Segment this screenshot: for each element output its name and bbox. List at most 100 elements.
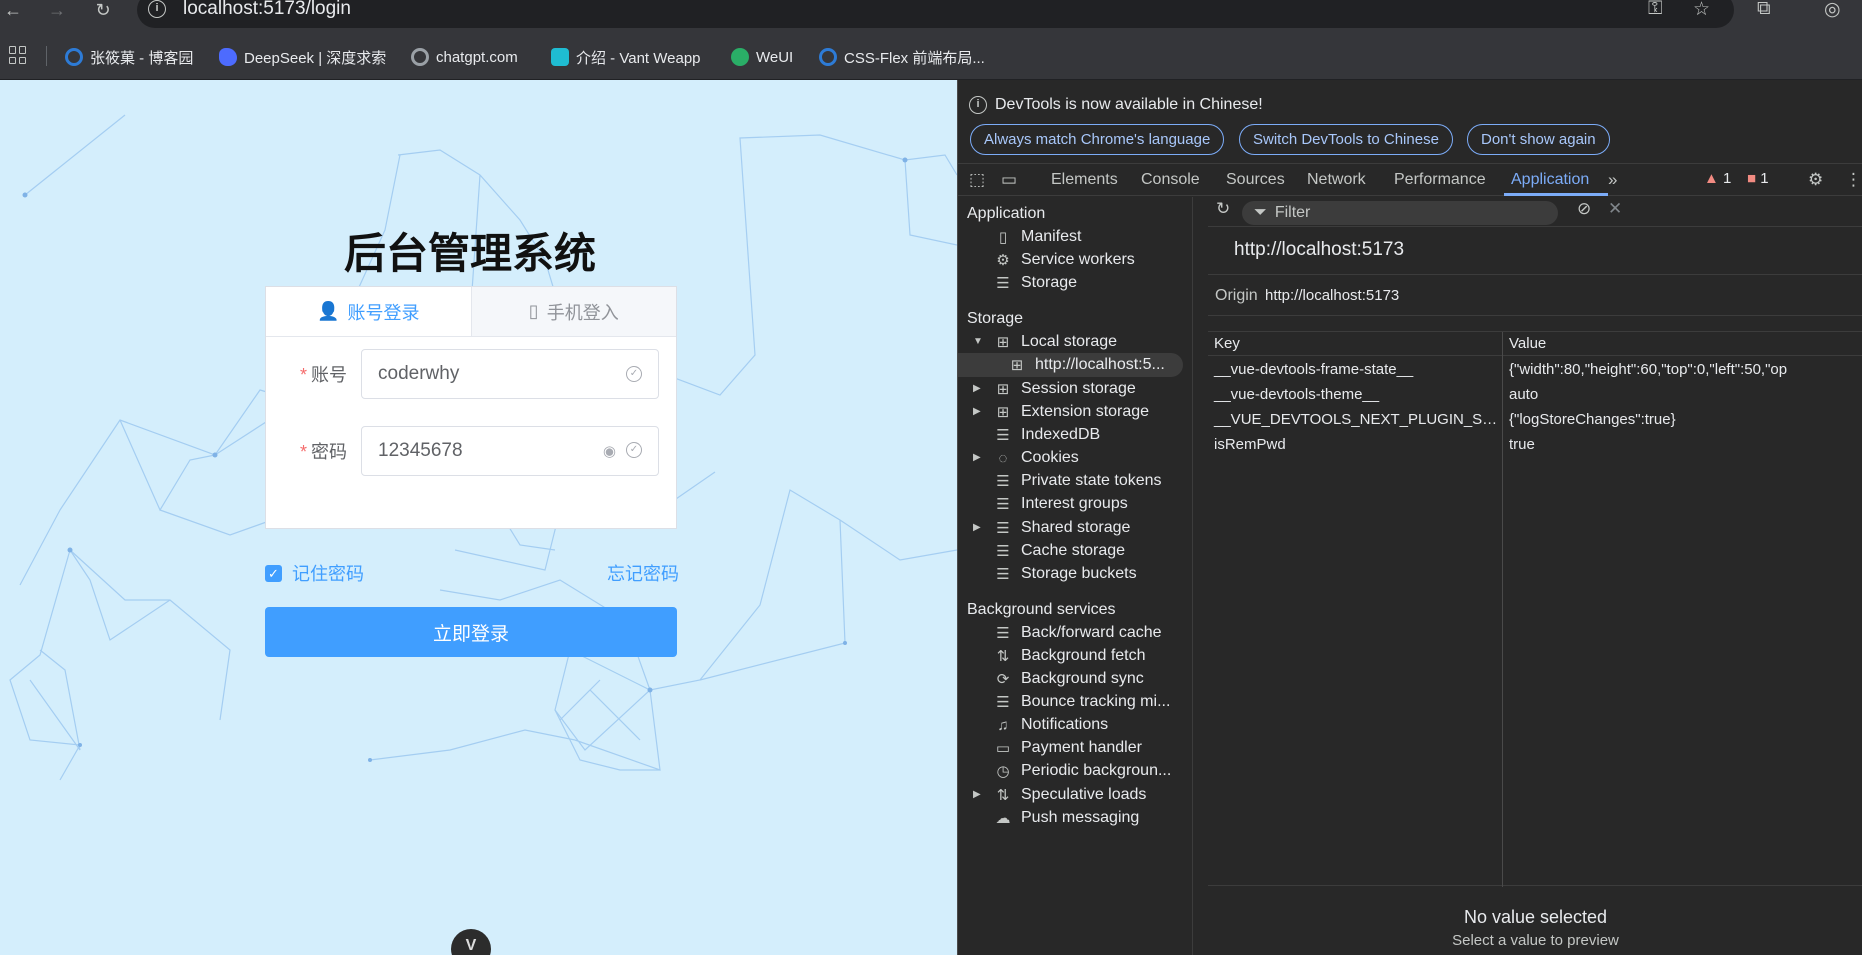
- sidebar-item-background-sync[interactable]: ⟳ Background sync: [958, 667, 1183, 691]
- sidebar-item-storage-buckets[interactable]: ☰ Storage buckets: [958, 562, 1183, 586]
- sidebar-item-extension-storage[interactable]: ⊞ Extension storage: [958, 400, 1183, 424]
- eye-icon[interactable]: ◉: [603, 442, 616, 460]
- sidebar-scrollbar[interactable]: [1191, 197, 1192, 955]
- sidebar-item-local-storage[interactable]: ⊞ Local storage: [958, 330, 1183, 354]
- origin-row: Origin http://localhost:5173: [1208, 274, 1862, 316]
- tab-account-login[interactable]: 👤 账号登录: [266, 287, 471, 336]
- clear-all-icon[interactable]: ⊘: [1577, 199, 1591, 219]
- warning-count: 1: [1723, 170, 1732, 187]
- file-icon: ▯: [998, 229, 1008, 246]
- tab-application[interactable]: Application: [1511, 171, 1589, 189]
- table-row[interactable]: __vue-devtools-frame-state__ {"width":80…: [1208, 357, 1862, 382]
- sidebar-item-notifications[interactable]: ♫ Notifications: [958, 713, 1183, 737]
- password-input[interactable]: 12345678 ◉ ✓: [361, 426, 659, 476]
- devtools-tab-bar: ⬚ ▭ Elements Console Sources Network Per…: [958, 164, 1862, 196]
- bookmark-chatgpt[interactable]: chatgpt.com: [411, 46, 518, 68]
- globe-icon: [411, 48, 429, 66]
- sidebar-item-private-state-tokens[interactable]: ☰ Private state tokens: [958, 469, 1183, 493]
- table-row[interactable]: __VUE_DEVTOOLS_NEXT_PLUGIN_SETTINGS... {…: [1208, 407, 1862, 432]
- inspect-element-icon[interactable]: ⬚: [969, 170, 985, 190]
- apps-grid-icon[interactable]: [9, 46, 27, 64]
- error-icon[interactable]: ■ 1: [1747, 170, 1769, 187]
- account-label-text: 账号: [311, 365, 347, 385]
- section-application: Application: [967, 205, 1046, 222]
- database-icon: ☰: [996, 473, 1010, 490]
- tab-performance[interactable]: Performance: [1394, 171, 1486, 189]
- bookmark-css-flex[interactable]: CSS-Flex 前端布局...: [819, 46, 985, 68]
- column-header-key[interactable]: Key: [1208, 332, 1502, 356]
- delete-selected-icon[interactable]: ✕: [1608, 199, 1622, 219]
- user-icon: 👤: [317, 301, 340, 321]
- sidebar-item-session-storage[interactable]: ⊞ Session storage: [958, 377, 1183, 401]
- profile-icon[interactable]: ◎: [1824, 0, 1841, 21]
- valid-check-icon: ✓: [626, 366, 642, 382]
- address-bar[interactable]: [137, 0, 1734, 28]
- back-arrow-icon[interactable]: ←: [0, 0, 26, 26]
- sidebar-item-background-fetch[interactable]: ⇅ Background fetch: [958, 644, 1183, 668]
- sidebar-label: Service workers: [1021, 251, 1135, 268]
- sidebar-item-interest-groups[interactable]: ☰ Interest groups: [958, 492, 1183, 516]
- sidebar-item-periodic-background[interactable]: ◷ Periodic backgroun...: [958, 759, 1183, 783]
- match-language-button[interactable]: Always match Chrome's language: [970, 124, 1225, 155]
- table-row[interactable]: __vue-devtools-theme__ auto: [1208, 382, 1862, 407]
- sidebar-label: Cookies: [1021, 449, 1079, 466]
- browser-toolbar: ← → ↻ i localhost:5173/login ⚿ ☆ ⧉ ◎: [0, 0, 1862, 36]
- more-options-icon[interactable]: ⋮: [1845, 170, 1862, 190]
- tab-console[interactable]: Console: [1141, 171, 1200, 189]
- database-icon: ☰: [996, 496, 1010, 513]
- sidebar-item-manifest[interactable]: ▯ Manifest: [958, 225, 1183, 249]
- bookmark-cnblogs[interactable]: 张筱菓 - 博客园: [65, 46, 193, 68]
- settings-gear-icon[interactable]: ⚙: [1808, 170, 1823, 190]
- remember-password-checkbox[interactable]: ✓ 记住密码: [265, 560, 364, 586]
- sidebar-label: Interest groups: [1021, 495, 1128, 512]
- login-button[interactable]: 立即登录: [265, 607, 677, 657]
- sidebar-label: Push messaging: [1021, 809, 1140, 826]
- bookmark-vant[interactable]: 介绍 - Vant Weapp: [551, 46, 701, 68]
- filter-input[interactable]: ⏷ Filter: [1242, 201, 1558, 225]
- switch-chinese-button[interactable]: Switch DevTools to Chinese: [1239, 124, 1453, 155]
- site-info-icon[interactable]: i: [148, 0, 166, 18]
- star-icon[interactable]: ☆: [1693, 0, 1710, 21]
- section-background-services: Background services: [967, 601, 1116, 618]
- origin-value: http://localhost:5173: [1265, 287, 1400, 304]
- sidebar-item-local-storage-origin[interactable]: ⊞ http://localhost:5...: [958, 353, 1183, 377]
- bookmarks-bar: 张筱菓 - 博客园 DeepSeek | 深度求索 chatgpt.com 介绍…: [0, 36, 1862, 80]
- sidebar-item-payment-handler[interactable]: ▭ Payment handler: [958, 736, 1183, 760]
- sidebar-item-cache-storage[interactable]: ☰ Cache storage: [958, 539, 1183, 563]
- extensions-icon[interactable]: ⧉: [1757, 0, 1771, 20]
- reload-icon[interactable]: ↻: [90, 0, 116, 26]
- tab-phone-login[interactable]: ▯ 手机登入: [470, 287, 676, 336]
- bookmark-label: WeUI: [756, 48, 794, 66]
- sidebar-item-cookies[interactable]: ◌ Cookies: [958, 446, 1183, 470]
- device-toolbar-icon[interactable]: ▭: [1001, 170, 1017, 190]
- sidebar-item-service-workers[interactable]: ⚙ Service workers: [958, 248, 1183, 272]
- bookmark-deepseek[interactable]: DeepSeek | 深度求索: [219, 46, 386, 68]
- bookmark-weui[interactable]: WeUI: [731, 46, 793, 68]
- address-url[interactable]: localhost:5173/login: [183, 0, 351, 20]
- sidebar-item-storage[interactable]: ☰ Storage: [958, 271, 1183, 295]
- forward-arrow-icon[interactable]: →: [44, 0, 70, 26]
- forgot-password-link[interactable]: 忘记密码: [607, 560, 679, 586]
- refresh-icon[interactable]: ↻: [1216, 199, 1230, 219]
- table-row[interactable]: isRemPwd true: [1208, 432, 1862, 457]
- key-icon[interactable]: ⚿: [1648, 0, 1662, 20]
- storage-pane: ↻ ⏷ Filter ⊘ ✕ http://localhost:5173 Ori…: [1208, 197, 1862, 955]
- tab-sources[interactable]: Sources: [1226, 171, 1285, 189]
- sidebar-label: http://localhost:5...: [1035, 356, 1165, 373]
- warning-icon[interactable]: ▲ 1: [1704, 170, 1731, 187]
- login-tabs: 👤 账号登录 ▯ 手机登入: [266, 287, 676, 337]
- sidebar-item-speculative-loads[interactable]: ⇅ Speculative loads: [958, 783, 1183, 807]
- sidebar-item-push-messaging[interactable]: ☁ Push messaging: [958, 806, 1183, 830]
- tab-network[interactable]: Network: [1307, 171, 1366, 189]
- sidebar-item-shared-storage[interactable]: ☰ Shared storage: [958, 516, 1183, 540]
- sidebar-item-bf-cache[interactable]: ☰ Back/forward cache: [958, 621, 1183, 645]
- account-input[interactable]: coderwhy ✓: [361, 349, 659, 399]
- column-header-value[interactable]: Value: [1503, 332, 1862, 356]
- tab-elements[interactable]: Elements: [1051, 171, 1118, 189]
- sidebar-item-bounce-tracking[interactable]: ☰ Bounce tracking mi...: [958, 690, 1183, 714]
- more-tabs-icon[interactable]: »: [1608, 170, 1617, 190]
- filter-placeholder: Filter: [1274, 204, 1311, 221]
- sidebar-item-indexeddb[interactable]: ☰ IndexedDB: [958, 423, 1183, 447]
- checkbox-checked-icon: ✓: [265, 564, 282, 582]
- dont-show-again-button[interactable]: Don't show again: [1467, 124, 1610, 155]
